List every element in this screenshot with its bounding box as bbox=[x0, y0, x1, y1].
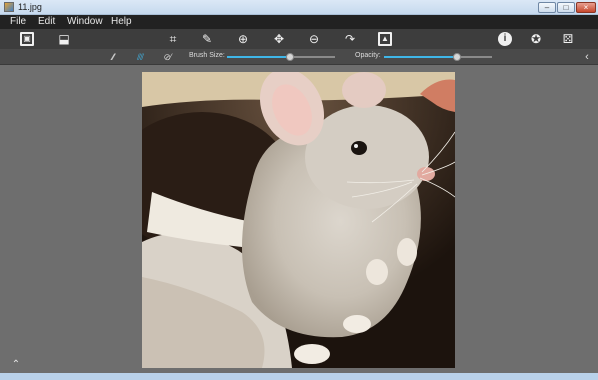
opacity-knob[interactable] bbox=[453, 53, 462, 61]
brush-size-slider[interactable] bbox=[227, 53, 335, 61]
window-title: 11.jpg bbox=[18, 2, 42, 12]
brush-icon[interactable]: ✎ bbox=[200, 32, 214, 46]
opacity-label: Opacity: bbox=[355, 52, 381, 59]
close-button[interactable]: × bbox=[576, 2, 596, 13]
opacity-slider[interactable] bbox=[384, 53, 492, 61]
brush-size-label: Brush Size: bbox=[189, 52, 225, 59]
info-icon[interactable]: i bbox=[498, 32, 512, 46]
zoom-out-icon[interactable]: ⊖ bbox=[307, 32, 321, 46]
collapse-panel-icon[interactable]: ‹ bbox=[582, 51, 592, 63]
brush-size-fill bbox=[227, 56, 290, 58]
menu-help[interactable]: Help bbox=[111, 16, 132, 27]
menu-bar: File Edit Window Help bbox=[0, 15, 598, 29]
menu-edit[interactable]: Edit bbox=[38, 16, 55, 27]
expand-panel-icon[interactable]: ⌃ bbox=[10, 359, 22, 371]
minimize-button[interactable]: – bbox=[538, 2, 556, 13]
brush-thin-icon[interactable]: ⁄⁄⁄ bbox=[103, 52, 123, 62]
brush-options-bar: ⁄⁄⁄ ⫽⫽ ⊘⁄ Brush Size: Opacity: ‹ bbox=[0, 49, 598, 65]
image-icon[interactable]: ▲ bbox=[378, 32, 392, 46]
window-titlebar: 11.jpg – □ × bbox=[0, 0, 598, 15]
save-tray-icon[interactable]: ⬓ bbox=[57, 32, 71, 46]
redo-icon[interactable]: ↷ bbox=[343, 32, 357, 46]
app-icon bbox=[4, 2, 14, 12]
preview-icon[interactable]: ▣ bbox=[20, 32, 34, 46]
window-bottom-border bbox=[0, 373, 598, 380]
brush-eraser-icon[interactable]: ⊘⁄ bbox=[157, 52, 177, 62]
move-icon[interactable]: ✥ bbox=[272, 32, 286, 46]
effects-icon[interactable]: ⚄ bbox=[561, 32, 575, 46]
chinchilla-photo bbox=[142, 72, 455, 368]
maximize-button[interactable]: □ bbox=[557, 2, 575, 13]
main-toolbar: ▣ ⬓ ⌗ ✎ ⊕ ✥ ⊖ ↷ ▲ i ✪ ⚄ bbox=[0, 29, 598, 49]
opacity-fill bbox=[384, 56, 458, 58]
settings-icon[interactable]: ✪ bbox=[529, 32, 543, 46]
image-canvas[interactable]: ⌃ bbox=[0, 65, 598, 373]
brush-medium-icon[interactable]: ⫽⫽ bbox=[130, 52, 150, 62]
photo-illustration bbox=[142, 72, 455, 368]
menu-file[interactable]: File bbox=[10, 16, 26, 27]
brush-size-knob[interactable] bbox=[285, 53, 294, 61]
menu-window[interactable]: Window bbox=[67, 16, 103, 27]
crop-icon[interactable]: ⌗ bbox=[166, 32, 180, 46]
zoom-in-icon[interactable]: ⊕ bbox=[236, 32, 250, 46]
